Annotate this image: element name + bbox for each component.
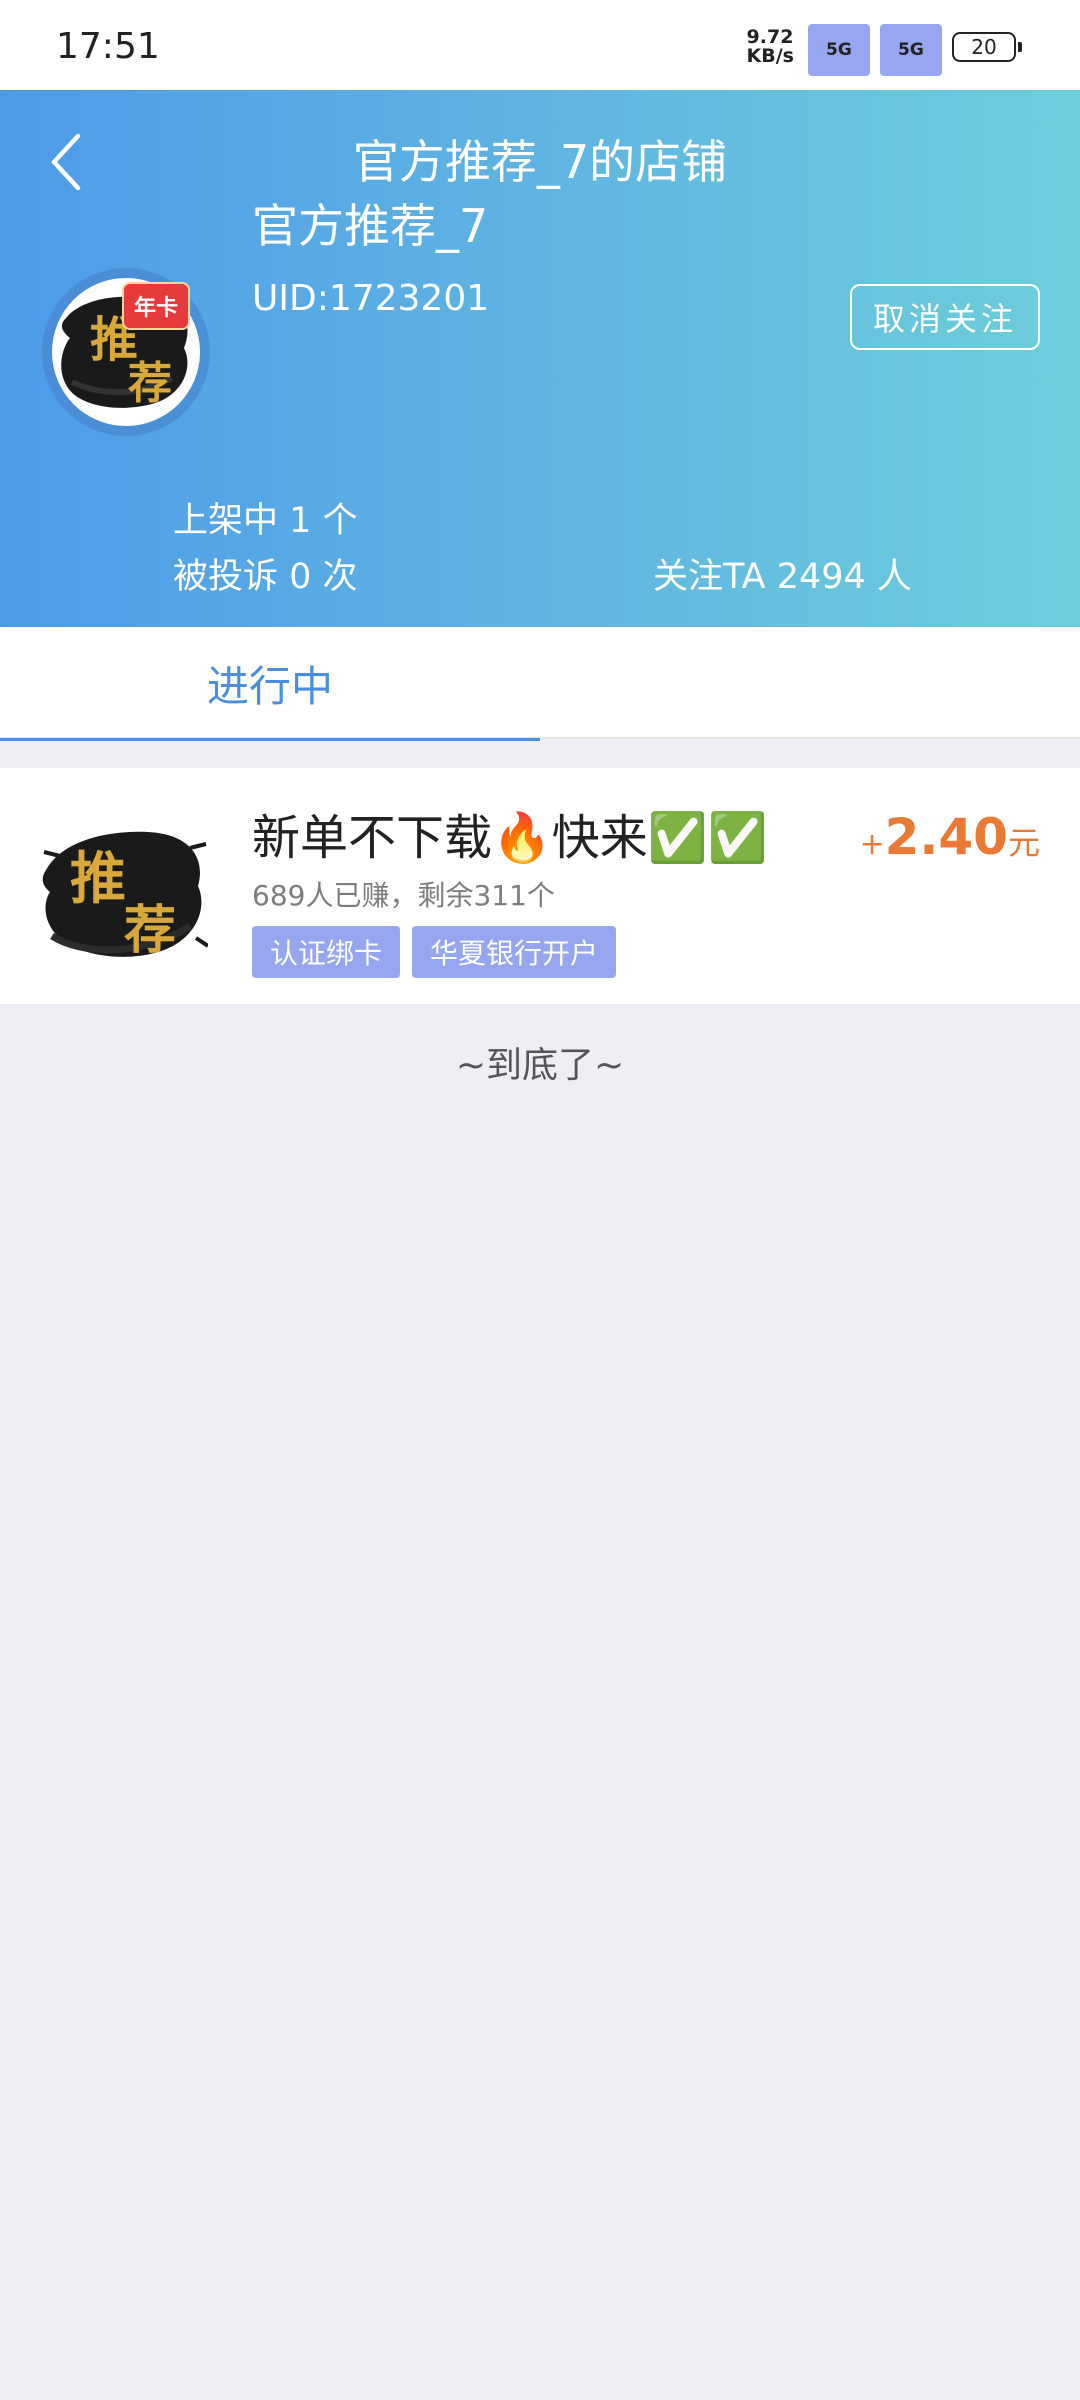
svg-text:荐: 荐 [124,900,176,961]
battery-icon: 20 [952,32,1022,62]
status-bar: 17:51 9.72 KB/s 5G 5G 20 [0,0,1080,90]
task-tag: 认证绑卡 [252,926,401,978]
brush-logo-icon: 推 荐 [42,831,208,961]
task-card[interactable]: 推 荐 新单不下载🔥快来✅✅ 689人已赚，剩余311个 认证绑卡 华夏银行开户… [0,768,1080,1004]
status-time: 17:51 [56,26,160,67]
follower-count: 关注TA 2494 人 [653,557,912,597]
task-tags: 认证绑卡 华夏银行开户 [252,926,617,978]
signal-icon: 5G [880,24,942,76]
end-of-list-note: ~到底了~ [455,1045,625,1086]
svg-text:荐: 荐 [128,358,172,409]
unfollow-button[interactable]: 取消关注 [850,284,1040,350]
task-thumbnail: 推 荐 [40,808,208,976]
task-reward: + 2.40 元 [859,808,1040,866]
shop-name: 官方推荐_7 [252,199,489,253]
task-progress: 689人已赚，剩余311个 [252,879,555,912]
shop-header: 官方推荐_7的店铺 推 荐 年卡 官方推荐_7 UID:1723201 取消关注… [0,90,1080,627]
shop-uid: UID:1723201 [252,278,490,319]
task-title: 新单不下载🔥快来✅✅ [252,810,768,866]
tab-bar: 进行中 [0,627,1080,741]
network-speed: 9.72 KB/s [746,26,794,67]
listed-count: 上架中 1 个 [173,501,358,541]
status-icons: 9.72 KB/s 5G 5G 20 [746,24,1022,76]
tab-indicator [0,738,540,741]
tab-in-progress[interactable]: 进行中 [0,627,540,741]
annual-card-badge: 年卡 [122,282,190,330]
page-title: 官方推荐_7的店铺 [352,135,728,189]
signal-icon: 5G [808,24,870,76]
complaint-count: 被投诉 0 次 [173,557,358,597]
task-tag: 华夏银行开户 [412,926,617,978]
svg-text:推: 推 [70,846,126,912]
